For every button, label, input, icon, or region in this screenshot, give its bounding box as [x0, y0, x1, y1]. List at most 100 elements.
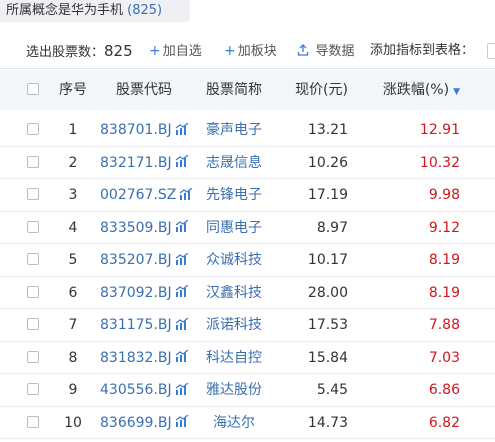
select-all-checkbox[interactable] [27, 83, 39, 95]
trend-chart-icon[interactable] [176, 187, 193, 203]
row-change: 7.88 [428, 317, 460, 333]
trend-chart-icon[interactable] [172, 382, 189, 398]
trend-chart-icon[interactable] [172, 415, 189, 431]
row-code-cell: 835207.BJ [100, 244, 189, 276]
indicator-input[interactable] [487, 43, 495, 59]
row-change: 12.91 [419, 122, 460, 138]
header-code[interactable]: 股票代码 [100, 70, 188, 110]
row-checkbox[interactable] [27, 220, 39, 233]
trend-chart-icon[interactable] [172, 122, 189, 138]
row-checkbox[interactable] [27, 415, 39, 428]
row-code-link[interactable]: 831175.BJ [100, 317, 172, 333]
row-code-link[interactable]: 835207.BJ [100, 252, 172, 268]
plus-icon: + [149, 43, 161, 59]
row-checkbox[interactable] [27, 155, 39, 168]
row-change: 6.82 [428, 414, 460, 431]
row-name-link[interactable]: 志晟信息 [200, 147, 268, 179]
row-checkbox[interactable] [27, 285, 39, 298]
row-code-cell: 831175.BJ [100, 309, 189, 341]
add-favorite-label: 加自选 [162, 44, 202, 59]
row-check-cell [27, 342, 41, 374]
row-name-link[interactable]: 科达自控 [200, 342, 268, 374]
row-checkbox[interactable] [27, 350, 39, 363]
row-seq: 5 [68, 252, 78, 268]
upload-icon [297, 43, 313, 59]
row-change: 9.98 [428, 187, 460, 203]
row-change: 6.86 [428, 382, 460, 398]
row-price: 14.73 [307, 414, 348, 431]
row-name-link[interactable]: 同惠电子 [200, 212, 268, 244]
trend-chart-icon[interactable] [172, 220, 189, 236]
table-row[interactable]: 4 833509.BJ 同惠电子 8.97 9.12 [0, 212, 495, 244]
row-name-link[interactable]: 先锋电子 [200, 179, 268, 211]
row-checkbox[interactable] [27, 253, 39, 265]
header-change[interactable]: 涨跌幅(%) ▼ [360, 70, 460, 112]
row-code-cell: 837092.BJ [100, 277, 189, 309]
row-checkbox[interactable] [27, 318, 39, 330]
row-seq: 10 [64, 414, 82, 431]
row-price: 13.21 [307, 122, 348, 138]
row-price: 8.97 [316, 219, 348, 236]
table-row[interactable]: 10 836699.BJ 海达尔 14.73 6.82 [0, 407, 495, 439]
header-name[interactable]: 股票简称 [200, 70, 268, 110]
row-check-cell [27, 212, 41, 244]
table-header: 序号 股票代码 股票简称 现价(元) 涨跌幅(%) ▼ [0, 70, 495, 110]
trend-chart-icon[interactable] [172, 155, 189, 171]
table-row[interactable]: 6 837092.BJ 汉鑫科技 28.00 8.19 [0, 277, 495, 309]
row-check-cell [27, 244, 41, 276]
table-row[interactable]: 1 838701.BJ 豪声电子 13.21 12.91 [0, 114, 495, 147]
row-name-link[interactable]: 众诚科技 [200, 244, 268, 276]
row-price: 5.45 [316, 382, 348, 398]
selected-label: 选出股票数： [26, 45, 105, 60]
trend-chart-icon[interactable] [172, 317, 189, 333]
table-row[interactable]: 3 002767.SZ 先锋电子 17.19 9.98 [0, 179, 495, 212]
row-price: 10.17 [307, 252, 348, 268]
row-price: 28.00 [307, 284, 348, 301]
table-row[interactable]: 9 430556.BJ 雅达股份 5.45 6.86 [0, 374, 495, 407]
selected-count: 825 [104, 42, 133, 60]
row-checkbox[interactable] [27, 383, 39, 395]
row-checkbox[interactable] [27, 188, 39, 200]
table-row[interactable]: 7 831175.BJ 派诺科技 17.53 7.88 [0, 309, 495, 342]
header-price[interactable]: 现价(元) [282, 70, 348, 110]
row-code-link[interactable]: 430556.BJ [100, 382, 172, 398]
row-check-cell [27, 114, 41, 146]
row-code-link[interactable]: 002767.SZ [100, 187, 176, 203]
add-favorite-button[interactable]: + 加自选 [149, 36, 202, 67]
row-change: 8.19 [428, 284, 460, 301]
stock-screener-page: 所属概念是华为手机 (825) 选出股票数：825 + 加自选 + 加板块 导数据 … [0, 0, 495, 442]
row-name-link[interactable]: 海达尔 [200, 407, 268, 439]
row-code-link[interactable]: 838701.BJ [100, 122, 172, 138]
sort-desc-icon[interactable]: ▼ [453, 87, 460, 97]
concept-filter-tag[interactable]: 所属概念是华为手机 (825) [0, 0, 190, 22]
row-seq: 4 [68, 219, 78, 236]
row-name-link[interactable]: 派诺科技 [200, 309, 268, 341]
row-name-link[interactable]: 汉鑫科技 [200, 277, 268, 309]
table-body: 1 838701.BJ 豪声电子 13.21 12.91 2 832171.BJ 志晟信息 10… [0, 114, 495, 439]
row-code-link[interactable]: 832171.BJ [100, 155, 172, 171]
row-checkbox[interactable] [27, 123, 39, 135]
row-name-link[interactable]: 豪声电子 [200, 114, 268, 146]
row-code-link[interactable]: 837092.BJ [100, 285, 172, 301]
trend-chart-icon[interactable] [172, 252, 189, 268]
row-seq: 3 [68, 187, 78, 203]
row-seq: 2 [68, 154, 78, 171]
row-name-link[interactable]: 雅达股份 [200, 374, 268, 406]
table-row[interactable]: 2 832171.BJ 志晟信息 10.26 10.32 [0, 147, 495, 179]
trend-chart-icon[interactable] [172, 285, 189, 301]
selected-count-label: 选出股票数：825 [26, 36, 133, 68]
select-all-cell [27, 70, 41, 110]
row-check-cell [27, 147, 41, 179]
trend-chart-icon[interactable] [172, 350, 189, 366]
export-data-label: 导数据 [315, 44, 355, 59]
row-price: 17.19 [307, 187, 348, 203]
table-row[interactable]: 5 835207.BJ 众诚科技 10.17 8.19 [0, 244, 495, 277]
add-board-button[interactable]: + 加板块 [224, 36, 277, 67]
row-code-link[interactable]: 831832.BJ [100, 350, 172, 366]
table-row[interactable]: 8 831832.BJ 科达自控 15.84 7.03 [0, 342, 495, 374]
row-code-link[interactable]: 833509.BJ [100, 220, 172, 236]
row-code-link[interactable]: 836699.BJ [100, 415, 172, 431]
export-data-button[interactable]: 导数据 [297, 36, 354, 67]
row-code-cell: 831832.BJ [100, 342, 189, 374]
row-code-cell: 832171.BJ [100, 147, 189, 179]
